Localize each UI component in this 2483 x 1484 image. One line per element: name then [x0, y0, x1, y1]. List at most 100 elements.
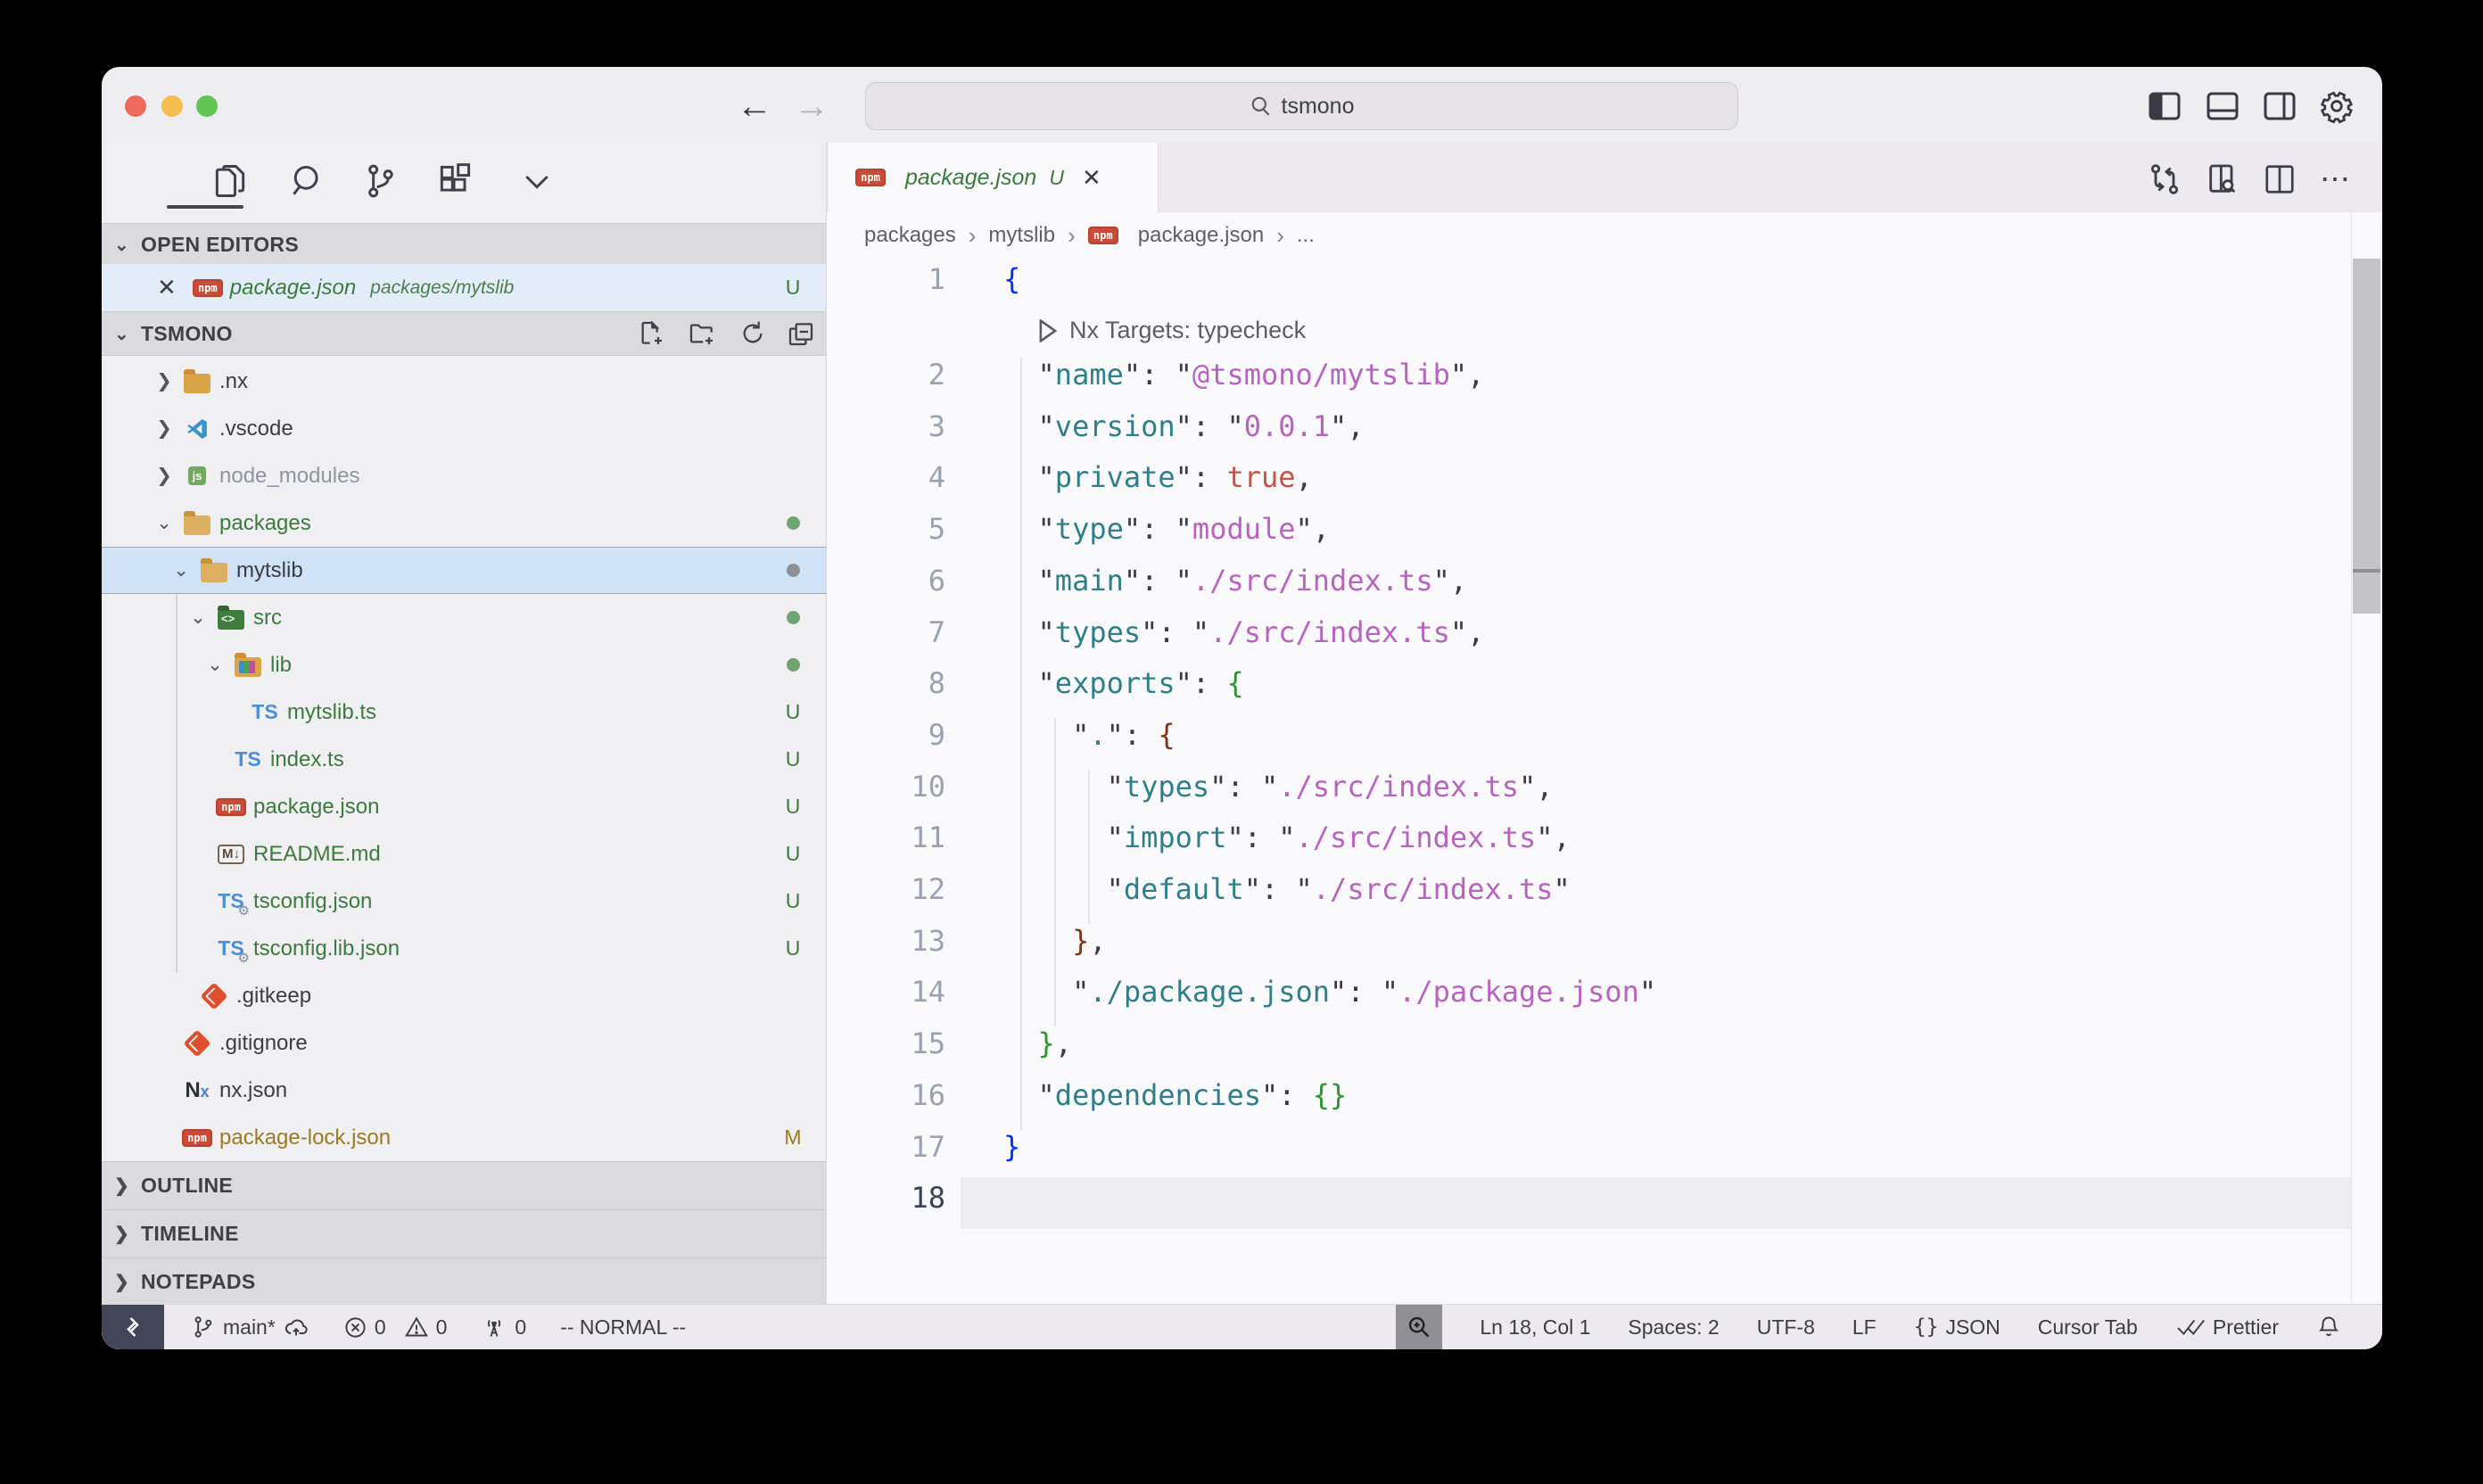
refresh-icon[interactable]: [738, 319, 767, 348]
zoom-window-button[interactable]: [196, 95, 218, 117]
scrollbar-thumb[interactable]: [2353, 259, 2380, 614]
code-editor[interactable]: 123456789101112131415161718 { "name": "@…: [827, 259, 2382, 1305]
chevron-right-icon[interactable]: ❯: [146, 370, 182, 392]
nav-back-icon[interactable]: ←: [737, 87, 772, 126]
minimize-window-button[interactable]: [161, 95, 183, 117]
breadcrumb-symbol[interactable]: ...: [1297, 223, 1315, 248]
notepads-title: NOTEPADS: [141, 1270, 255, 1294]
tree-item-tsconfig-lib-json[interactable]: TS⚙tsconfig.lib.jsonU: [102, 925, 826, 972]
tree-item-package-lock-json[interactable]: npmpackage-lock.jsonM: [102, 1114, 826, 1161]
eol-status[interactable]: LF: [1852, 1315, 1877, 1340]
tab-close-icon[interactable]: ✕: [1082, 164, 1101, 192]
remote-indicator[interactable]: [102, 1305, 164, 1349]
tree-item-mytslib[interactable]: ⌄mytslib: [102, 547, 826, 594]
tree-item-mytslib-ts[interactable]: TSmytslib.tsU: [102, 688, 826, 736]
chevron-right-icon[interactable]: ❯: [146, 465, 182, 487]
new-file-icon[interactable]: [637, 319, 665, 348]
tree-item-label: .nx: [219, 369, 248, 394]
code-line-11: "import": "./src/index.ts",: [1003, 820, 1571, 854]
tree-item-readme-md[interactable]: M↓README.mdU: [102, 830, 826, 878]
chevron-down-icon[interactable]: ⌄: [197, 654, 233, 676]
close-editor-icon[interactable]: ✕: [157, 274, 177, 301]
outline-section-header[interactable]: ❯ OUTLINE: [102, 1161, 826, 1210]
tree-item-index-ts[interactable]: TSindex.tsU: [102, 736, 826, 783]
git-branch-status[interactable]: main*: [191, 1315, 309, 1340]
cursor-tab-status[interactable]: Cursor Tab: [2038, 1315, 2138, 1340]
extensions-icon[interactable]: [430, 156, 480, 206]
split-editor-icon[interactable]: [2260, 160, 2299, 199]
breadcrumb-package-json[interactable]: package.json: [1138, 223, 1264, 248]
tree-item-label: node_modules: [219, 464, 359, 489]
tree-item-src[interactable]: ⌄src: [102, 594, 826, 641]
ports-status[interactable]: 0: [481, 1315, 526, 1340]
more-views-chevron-icon[interactable]: [512, 156, 562, 206]
chevron-down-icon: ⌄: [114, 323, 141, 345]
toggle-primary-sidebar-icon[interactable]: [2147, 88, 2182, 124]
explorer-section-header[interactable]: ⌄ TSMONO: [102, 311, 826, 356]
code-line-8: "exports": {: [1003, 666, 1244, 700]
tree-item--nx[interactable]: ❯ .nx: [102, 358, 826, 405]
tree-item--gitignore[interactable]: .gitignore: [102, 1019, 826, 1067]
braces-icon: {}: [1914, 1315, 1939, 1339]
tree-item-lib[interactable]: ⌄lib: [102, 641, 826, 688]
notepads-section-header[interactable]: ❯ NOTEPADS: [102, 1257, 826, 1306]
nav-forward-icon[interactable]: →: [794, 87, 829, 126]
tab-package-json[interactable]: npm package.json U ✕: [829, 143, 1159, 212]
timeline-section-header[interactable]: ❯ TIMELINE: [102, 1209, 826, 1258]
tree-item--gitkeep[interactable]: .gitkeep: [102, 972, 826, 1019]
chevron-right-icon[interactable]: ❯: [146, 417, 182, 440]
toggle-secondary-sidebar-icon[interactable]: [2262, 88, 2297, 124]
close-window-button[interactable]: [125, 95, 146, 117]
screencast-zoom-indicator[interactable]: [1396, 1305, 1442, 1349]
breadcrumb-packages[interactable]: packages: [864, 223, 956, 248]
explorer-icon[interactable]: [205, 156, 255, 206]
folder-open-icon: [199, 557, 229, 584]
breadcrumb-mytslib[interactable]: mytslib: [988, 223, 1055, 248]
command-center-search[interactable]: tsmono: [865, 82, 1738, 130]
folder-open-icon: [182, 510, 212, 537]
search-editor-icon[interactable]: [2203, 160, 2242, 199]
tree-item-package-json[interactable]: npmpackage.jsonU: [102, 783, 826, 830]
language-text: JSON: [1945, 1315, 2000, 1340]
search-view-icon[interactable]: [283, 156, 333, 206]
toggle-panel-icon[interactable]: [2205, 88, 2240, 124]
new-folder-icon[interactable]: [688, 319, 716, 348]
open-editors-header[interactable]: ⌄ OPEN EDITORS: [102, 223, 826, 266]
line-number: 12: [834, 872, 945, 906]
indentation-status[interactable]: Spaces: 2: [1628, 1315, 1719, 1340]
codelens-nx-targets[interactable]: Nx Targets: typecheck: [1037, 317, 1306, 344]
collapse-all-icon[interactable]: [787, 319, 815, 348]
open-changes-icon[interactable]: [2145, 160, 2184, 199]
settings-gear-icon[interactable]: [2319, 88, 2355, 124]
formatter-status[interactable]: Prettier: [2175, 1315, 2279, 1340]
tree-item--vscode[interactable]: ❯.vscode: [102, 405, 826, 452]
source-control-icon[interactable]: [355, 156, 405, 206]
chevron-down-icon[interactable]: ⌄: [163, 559, 199, 581]
more-actions-icon[interactable]: ⋯: [2316, 160, 2355, 199]
code-line-7: "types": "./src/index.ts",: [1003, 615, 1484, 649]
chevron-down-icon[interactable]: ⌄: [146, 512, 182, 534]
notifications-bell[interactable]: [2316, 1315, 2341, 1340]
problems-status[interactable]: 0 0: [343, 1315, 448, 1340]
open-editor-item[interactable]: ✕ npm package.json packages/mytslib U: [102, 264, 826, 311]
line-number: 1: [834, 262, 945, 296]
md-icon: M↓: [216, 841, 246, 868]
cursor-position-status[interactable]: Ln 18, Col 1: [1480, 1315, 1590, 1340]
tree-item-tsconfig-json[interactable]: TS⚙tsconfig.jsonU: [102, 878, 826, 925]
git-dot-badge: [780, 653, 806, 677]
npm-icon: npm: [182, 1125, 212, 1151]
double-check-icon: [2175, 1315, 2206, 1339]
nx-icon: Nx: [182, 1077, 212, 1104]
git-status-badge: U: [780, 936, 806, 960]
tree-item-nx-json[interactable]: Nxnx.json: [102, 1067, 826, 1114]
tree-item-node-modules[interactable]: ❯jsnode_modules: [102, 452, 826, 499]
chevron-down-icon[interactable]: ⌄: [180, 606, 216, 629]
encoding-status[interactable]: UTF-8: [1757, 1315, 1815, 1340]
line-number: 7: [834, 615, 945, 649]
open-editors-title: OPEN EDITORS: [141, 233, 299, 257]
cursor-tab-text: Cursor Tab: [2038, 1315, 2138, 1340]
tree-item-packages[interactable]: ⌄packages: [102, 499, 826, 547]
vim-mode-indicator[interactable]: -- NORMAL --: [560, 1315, 686, 1340]
line-number: 3: [834, 409, 945, 443]
language-mode-status[interactable]: {} JSON: [1914, 1315, 2000, 1340]
